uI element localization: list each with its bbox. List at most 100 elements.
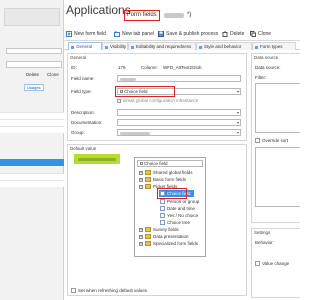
background-row[interactable] xyxy=(0,119,64,126)
tree-item-label: Choice field xyxy=(167,191,191,196)
chevron-down-icon: ▾ xyxy=(236,89,239,94)
collapse-icon[interactable]: − xyxy=(139,184,143,189)
new-field-icon xyxy=(66,31,72,37)
tab-label: Visibility xyxy=(110,44,127,49)
global-config-checkbox[interactable] xyxy=(117,99,121,103)
background-clone-button[interactable]: Clone xyxy=(47,72,59,78)
redacted-text xyxy=(78,157,116,161)
person-icon xyxy=(160,199,165,204)
tree-item[interactable]: − Picker fields xyxy=(139,183,177,190)
redacted-text xyxy=(164,13,184,18)
tree-item-label: Shared global fields xyxy=(153,170,193,175)
expand-icon[interactable]: + xyxy=(139,234,143,239)
tree-search-value: Choice field xyxy=(144,161,168,166)
new-tab-panel-button[interactable]: New tab panel xyxy=(114,30,154,38)
tree-item[interactable]: Date and time xyxy=(160,205,195,212)
settings-header: Settings xyxy=(254,230,271,235)
default-value-header: Default value xyxy=(70,146,97,151)
filter-input[interactable] xyxy=(255,83,300,133)
documentation-label: Documentation: xyxy=(71,120,103,125)
folder-icon xyxy=(145,177,151,182)
tree-item-label: Survey fields xyxy=(153,227,179,232)
save-publish-button[interactable]: Save & publish process xyxy=(158,30,218,38)
delete-icon xyxy=(222,31,228,37)
general-header: General xyxy=(70,55,87,60)
save-icon xyxy=(158,31,164,37)
tree-item[interactable]: + Basic form fields xyxy=(139,176,186,183)
tree-item[interactable]: Person or group xyxy=(160,198,199,205)
expand-icon[interactable]: + xyxy=(139,170,143,175)
clone-button[interactable]: Clone xyxy=(250,30,271,38)
field-name-input[interactable] xyxy=(117,75,241,82)
form-types-tab-icon xyxy=(255,45,258,49)
tree-icon xyxy=(160,220,165,225)
background-row[interactable] xyxy=(0,180,64,187)
documentation-input[interactable]: ▾ xyxy=(117,119,241,126)
tree-item-label: Person or group xyxy=(167,199,200,204)
tab-visibility[interactable]: Visibility xyxy=(102,42,128,50)
sort-list[interactable] xyxy=(255,147,300,207)
background-tab-usages[interactable]: Usages xyxy=(24,84,44,91)
default-value-chip[interactable] xyxy=(74,154,120,164)
tree-item[interactable]: + Survey fields xyxy=(139,226,179,233)
chevron-down-icon: ▾ xyxy=(236,130,239,135)
delete-button[interactable]: Delete xyxy=(222,30,244,38)
tree-search-input[interactable]: Choice field xyxy=(137,160,203,167)
background-selected-row[interactable] xyxy=(0,159,64,166)
clone-icon xyxy=(250,31,256,37)
visibility-tab-icon xyxy=(105,45,108,49)
filter-label: Filter: xyxy=(255,75,267,80)
choice-field-icon xyxy=(160,191,165,196)
new-tab-panel-label: New tab panel xyxy=(122,31,154,37)
data-source-header: Data source xyxy=(254,55,279,60)
data-source-label: Data source: xyxy=(255,65,281,70)
expand-icon[interactable]: + xyxy=(139,227,143,232)
background-row[interactable] xyxy=(0,112,64,119)
global-config-label: Break global configuration inheritance xyxy=(123,98,199,103)
tree-item-label: Choice tree xyxy=(167,220,191,225)
background-row[interactable] xyxy=(0,173,64,180)
tree-item-selected[interactable]: Choice field xyxy=(159,190,194,197)
background-input xyxy=(6,48,62,54)
value-change-label: Value change xyxy=(262,261,290,266)
value-change-checkbox[interactable] xyxy=(255,261,260,266)
new-tab-icon xyxy=(114,31,120,37)
column-label: Column: xyxy=(141,65,158,70)
calendar-icon xyxy=(160,206,165,211)
tree-item[interactable]: Choice tree xyxy=(160,219,190,226)
description-label: Description: xyxy=(71,110,95,115)
tab-editability[interactable]: Editability and requiredness xyxy=(128,42,196,50)
field-type-select[interactable]: Choice field ▾ xyxy=(117,88,241,95)
background-delete-button[interactable]: Delete xyxy=(26,72,39,78)
group-select[interactable]: ▾ xyxy=(117,129,241,136)
description-input[interactable]: ▾ xyxy=(117,109,241,116)
background-tab-label: Usages xyxy=(27,85,41,90)
save-publish-label: Save & publish process xyxy=(166,31,219,37)
choice-icon xyxy=(140,162,143,165)
style-tab-icon xyxy=(199,45,202,49)
tab-style-behavior[interactable]: Style and behavior xyxy=(196,42,252,50)
background-row[interactable] xyxy=(0,126,64,133)
override-sort-checkbox[interactable] xyxy=(255,138,260,143)
tree-item[interactable]: + Specialized form fields xyxy=(139,240,198,247)
background-input-2 xyxy=(6,61,62,68)
clone-label: Clone xyxy=(258,31,272,37)
tree-item[interactable]: + Data presentation xyxy=(139,233,189,240)
redacted-text xyxy=(120,77,136,81)
expand-icon[interactable]: + xyxy=(139,241,143,246)
tab-form-types[interactable]: Form types xyxy=(252,42,296,50)
refresh-default-checkbox[interactable] xyxy=(71,288,76,293)
group-label: Group: xyxy=(71,130,85,135)
new-form-field-button[interactable]: New form field xyxy=(66,30,106,38)
delete-label: Delete xyxy=(230,31,245,37)
behavior-label: Behavior: xyxy=(255,240,275,245)
refresh-default-label: Set when refreshing default values xyxy=(78,288,148,293)
folder-icon xyxy=(145,227,151,232)
general-tab-icon xyxy=(71,45,74,49)
tree-item[interactable]: Yes / No choice xyxy=(160,212,198,219)
expand-icon[interactable]: + xyxy=(139,177,143,182)
tree-item[interactable]: + Shared global fields xyxy=(139,169,193,176)
tree-item-label: Picker fields xyxy=(153,184,178,189)
tab-label: Form types xyxy=(260,44,283,49)
tab-general[interactable]: General xyxy=(68,42,102,50)
